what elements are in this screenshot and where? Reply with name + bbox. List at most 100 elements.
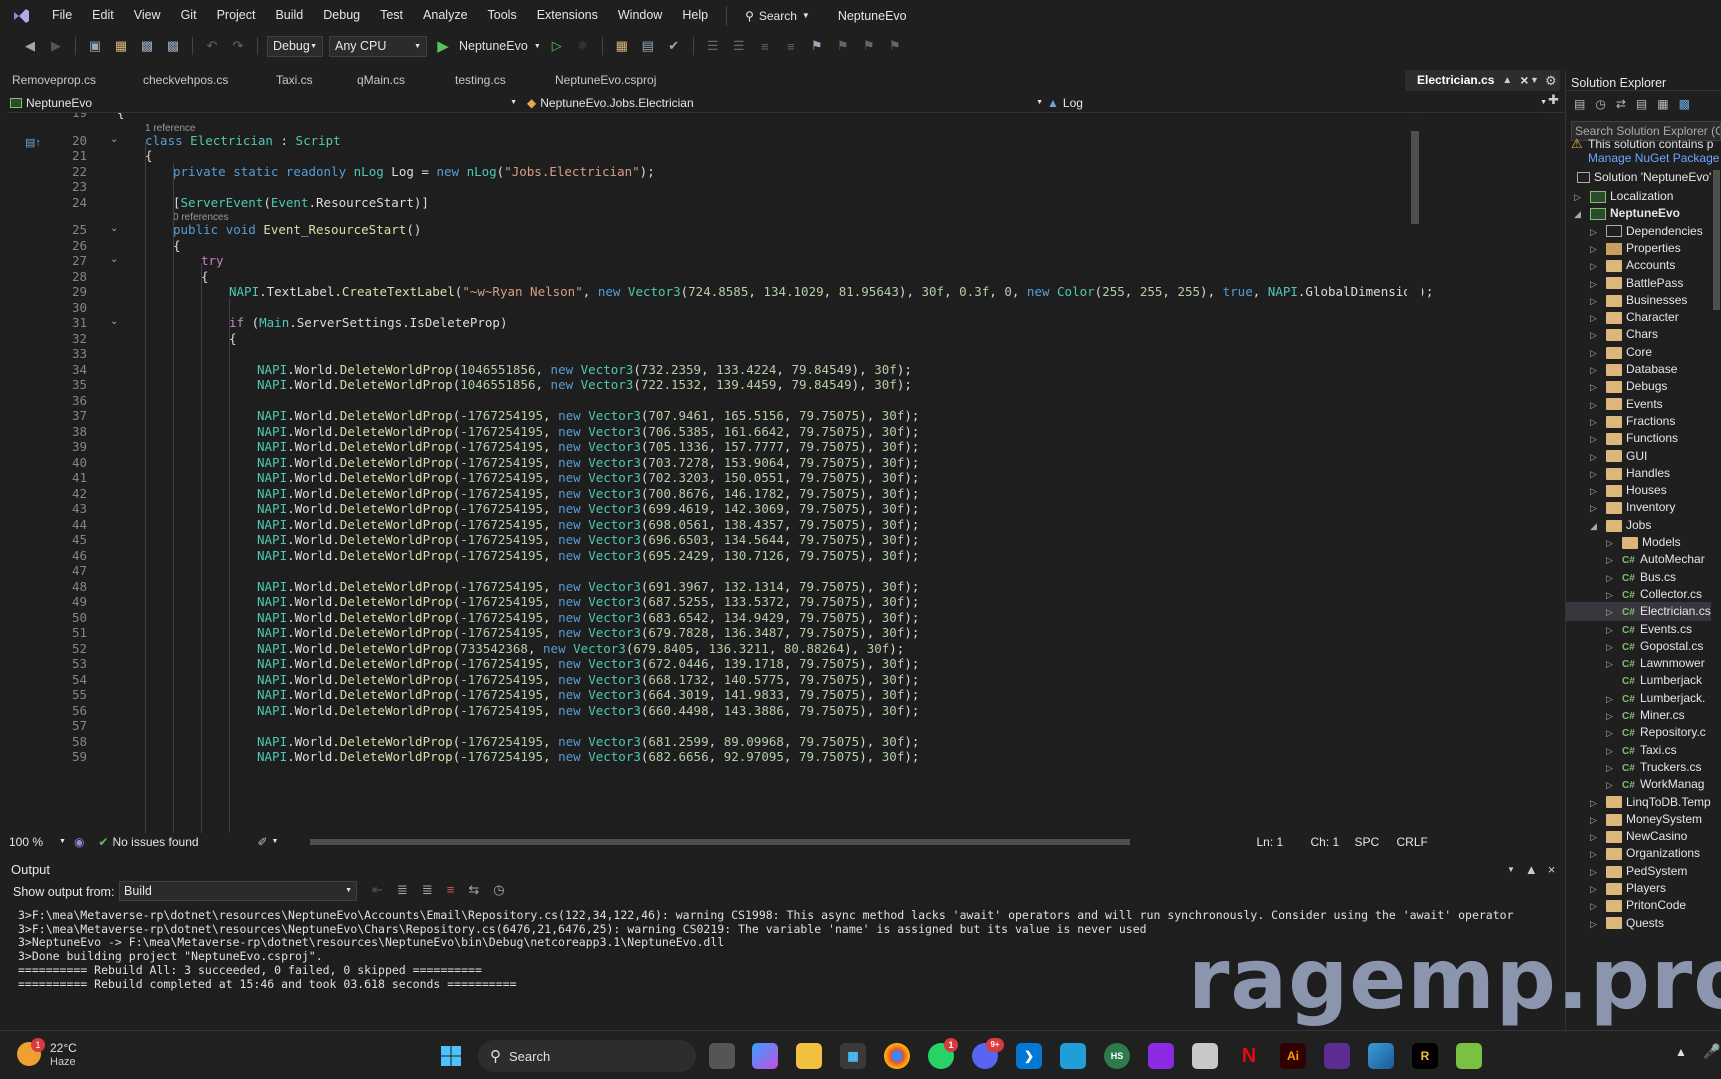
code-line[interactable]: { (229, 331, 237, 346)
code-line[interactable]: NAPI.World.DeleteWorldProp(-1767254195, … (257, 439, 919, 454)
tree-item[interactable]: ▷ C# Gopostal.cs (1566, 637, 1711, 656)
menu-tools[interactable]: Tools (478, 0, 527, 31)
snipping-tool-icon[interactable] (1192, 1043, 1218, 1069)
tree-item[interactable]: ▷ Debugs (1566, 377, 1711, 396)
taskbar-search[interactable]: ⚲ Search (478, 1040, 696, 1072)
save-all-icon[interactable]: ▩ (163, 36, 183, 56)
tree-item[interactable]: ▷ Dependencies (1566, 222, 1711, 241)
code-line[interactable]: NAPI.World.DeleteWorldProp(-1767254195, … (257, 517, 919, 532)
new-project-icon[interactable]: ▣ (85, 36, 105, 56)
illustrator-icon[interactable]: Ai (1280, 1043, 1306, 1069)
tab-checkvehpos[interactable]: checkvehpos.cs (131, 70, 243, 91)
store-icon[interactable]: ▦ (840, 1043, 866, 1069)
run-target-label[interactable]: NeptuneEvo (459, 39, 528, 53)
config-select[interactable]: Debug ▼ (267, 35, 323, 57)
tree-item[interactable]: ▷ Core (1566, 343, 1711, 362)
solution-folder-icon[interactable]: ▦ (612, 36, 632, 56)
code-line[interactable]: [ServerEvent(Event.ResourceStart)] (173, 195, 429, 210)
menu-view[interactable]: View (124, 0, 171, 31)
chevron-down-icon[interactable]: ▼ (534, 43, 541, 50)
implementation-marker-icon[interactable]: ▤↑ (25, 136, 41, 149)
tree-item[interactable]: ▷ C# WorkManag (1566, 775, 1711, 794)
code-line[interactable]: public void Event_ResourceStart() (173, 222, 421, 237)
tree-item[interactable]: ▷ Database (1566, 360, 1711, 379)
redo-icon[interactable]: ↷ (228, 36, 248, 56)
platform-select[interactable]: Any CPU ▼ (329, 35, 427, 57)
code-line[interactable]: private static readonly nLog Log = new n… (173, 164, 655, 179)
code-line[interactable]: NAPI.World.DeleteWorldProp(-1767254195, … (257, 610, 919, 625)
menu-test[interactable]: Test (370, 0, 413, 31)
tree-item[interactable]: ▷ Handles (1566, 464, 1711, 483)
menu-analyze[interactable]: Analyze (413, 0, 477, 31)
tree-item[interactable]: ▷ Players (1566, 879, 1711, 898)
code-line[interactable]: class Electrician : Script (145, 133, 341, 148)
tree-item[interactable]: ▷ Chars (1566, 325, 1711, 344)
tree-item[interactable]: ▷ C# Truckers.cs (1566, 758, 1711, 777)
fold-toggle-icon[interactable]: ⌄ (110, 223, 118, 234)
code-line[interactable]: { (201, 269, 209, 284)
visual-studio-icon[interactable] (1324, 1043, 1350, 1069)
weather-widget[interactable]: 1 (17, 1038, 45, 1069)
menu-edit[interactable]: Edit (82, 0, 124, 31)
rider-icon[interactable]: R (1412, 1043, 1438, 1069)
start-without-debug-icon[interactable]: ▷ (547, 36, 567, 56)
menu-build[interactable]: Build (265, 0, 313, 31)
tree-item[interactable]: ▷ C# Miner.cs (1566, 706, 1711, 725)
split-icon[interactable]: ✚ (1548, 92, 1559, 108)
tab-taxi[interactable]: Taxi.cs (264, 70, 344, 91)
save-icon[interactable]: ▩ (137, 36, 157, 56)
tab-overflow-icon[interactable]: ▼ (1530, 70, 1539, 91)
menu-extensions[interactable]: Extensions (527, 0, 608, 31)
code-line[interactable]: NAPI.World.DeleteWorldProp(-1767254195, … (257, 672, 919, 687)
spellcheck-icon[interactable]: ✔ (664, 36, 684, 56)
tree-item[interactable]: ▷ Houses (1566, 481, 1711, 500)
bookmark-next-icon[interactable]: ⚑ (859, 36, 879, 56)
close-icon[interactable]: × (1520, 70, 1528, 91)
code-line[interactable]: NAPI.World.DeleteWorldProp(-1767254195, … (257, 734, 919, 749)
cursor-line[interactable]: Ln: 1 (1256, 835, 1310, 849)
code-line[interactable]: NAPI.World.DeleteWorldProp(-1767254195, … (257, 501, 919, 516)
cursor-col[interactable]: Ch: 1 (1310, 835, 1354, 849)
menu-git[interactable]: Git (171, 0, 207, 31)
tree-item[interactable]: ▷ PritonCode (1566, 896, 1711, 915)
tab-qmain[interactable]: qMain.cs (345, 70, 435, 91)
outdent-icon[interactable]: ≡ (781, 36, 801, 56)
tree-item[interactable]: ▷ Fractions (1566, 412, 1711, 431)
code-line[interactable]: NAPI.World.DeleteWorldProp(-1767254195, … (257, 594, 919, 609)
step-icon[interactable]: ☰ (703, 36, 723, 56)
tab-testing[interactable]: testing.cs (443, 70, 543, 91)
scroll-thumb[interactable] (1713, 170, 1720, 310)
hot-reload-icon[interactable]: ⚛ (573, 36, 593, 56)
file-explorer-icon[interactable] (796, 1043, 822, 1069)
tree-item[interactable]: ▷ Inventory (1566, 498, 1711, 517)
type-dropdown[interactable]: ◆ NeptuneEvo.Jobs.Electrician ▼ (527, 93, 1043, 112)
tree-item[interactable]: ▷ Localization (1566, 187, 1711, 206)
tree-item[interactable]: ▷ C# Collector.cs (1566, 585, 1711, 604)
tree-item[interactable]: ▷ C# Electrician.cs (1566, 602, 1711, 622)
menu-debug[interactable]: Debug (313, 0, 370, 31)
tree-item[interactable]: ▷ NewCasino (1566, 827, 1711, 846)
tab-csproj[interactable]: NeptuneEvo.csproj (543, 70, 693, 91)
code-line[interactable]: NAPI.TextLabel.CreateTextLabel("~w~Ryan … (229, 284, 1433, 299)
tree-item[interactable]: ▷ C# Lawnmower (1566, 654, 1711, 673)
code-editor[interactable]: 19{1 reference20⌄class Electrician : Scr… (7, 113, 1547, 833)
layout-icon[interactable]: ▤ (638, 36, 658, 56)
menu-file[interactable]: File (42, 0, 82, 31)
zoom-level[interactable]: 100 % (7, 835, 59, 849)
weather-desc[interactable]: Haze (50, 1056, 76, 1068)
menu-search[interactable]: ⚲ Search ▼ (735, 9, 820, 23)
tree-item[interactable]: ▷ PedSystem (1566, 862, 1711, 881)
scroll-thumb[interactable] (1411, 131, 1419, 224)
chevron-down-icon[interactable]: ▼ (1507, 862, 1515, 877)
code-line[interactable]: NAPI.World.DeleteWorldProp(-1767254195, … (257, 625, 919, 640)
code-line[interactable]: NAPI.World.DeleteWorldProp(-1767254195, … (257, 486, 919, 501)
chevron-down-icon[interactable]: ▼ (272, 838, 279, 845)
fold-toggle-icon[interactable]: ⌄ (110, 316, 118, 327)
code-line[interactable]: NAPI.World.DeleteWorldProp(-1767254195, … (257, 548, 919, 563)
tree-item[interactable]: ▷ C# Bus.cs (1566, 568, 1711, 587)
member-dropdown[interactable]: ▲ Log ▼ (1047, 93, 1547, 112)
step-over-icon[interactable]: ☰ (729, 36, 749, 56)
whatsapp-icon[interactable]: 1 (928, 1038, 958, 1069)
find-in-output-icon[interactable]: ⇤ (372, 882, 383, 898)
back-icon[interactable]: ◀ (20, 36, 40, 56)
